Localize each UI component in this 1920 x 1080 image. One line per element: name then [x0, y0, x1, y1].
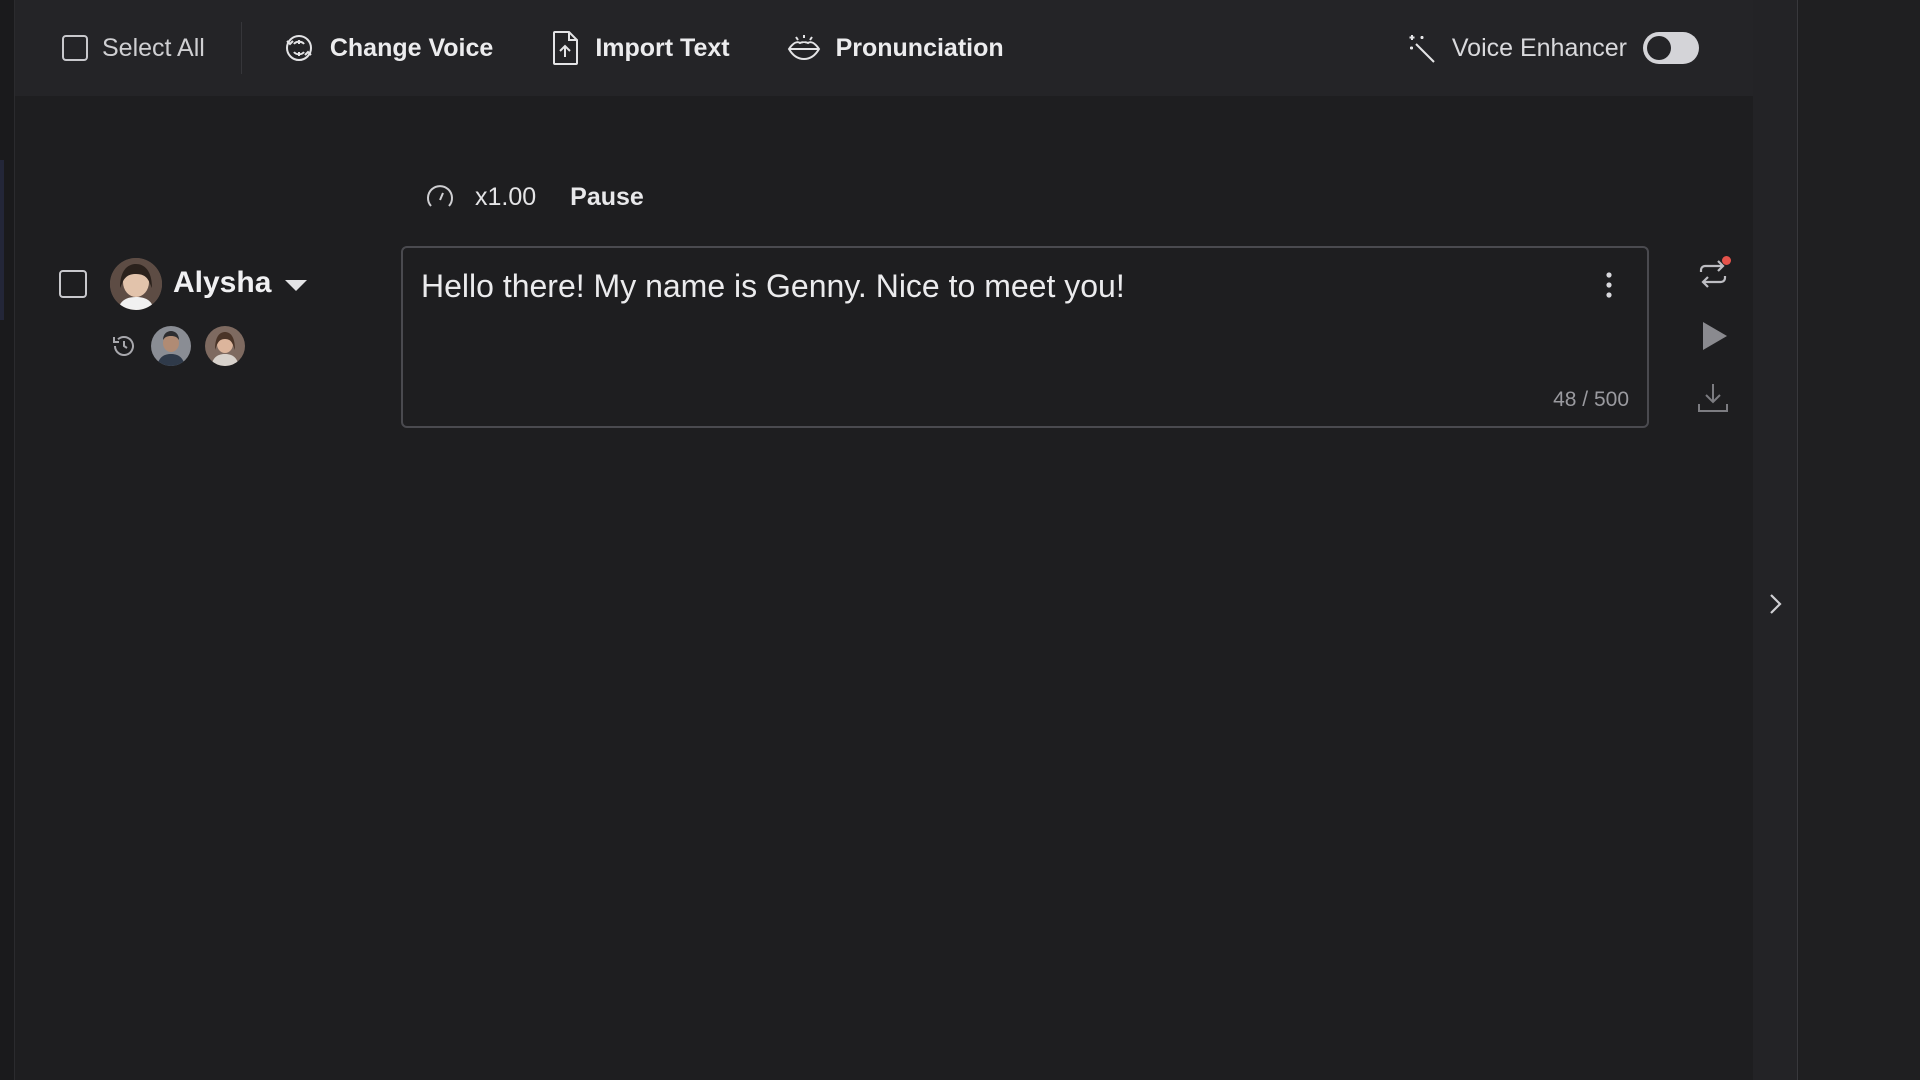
kebab-icon[interactable]: [1605, 270, 1613, 300]
notification-dot: [1722, 256, 1731, 265]
download-button[interactable]: [1693, 378, 1733, 418]
script-text-area[interactable]: Hello there! My name is Genny. Nice to m…: [401, 246, 1649, 428]
char-count: 48 / 500: [1553, 388, 1629, 411]
recent-voice-avatar[interactable]: [151, 326, 191, 366]
pronunciation-button[interactable]: Pronunciation: [786, 33, 1004, 63]
speaker-name: Alysha: [173, 266, 272, 299]
select-all-label: Select All: [102, 33, 205, 62]
download-icon: [1698, 384, 1728, 412]
play-icon: [1703, 322, 1727, 350]
voice-enhancer-toggle[interactable]: [1643, 32, 1699, 64]
magic-wand-icon: [1409, 35, 1435, 63]
avatar[interactable]: [110, 258, 162, 310]
speaker-avatar-image: [110, 258, 162, 310]
history-icon[interactable]: [111, 333, 137, 359]
import-text-button[interactable]: Import Text: [549, 30, 730, 66]
far-right-area: [1799, 0, 1920, 1080]
recent-voice-avatar[interactable]: [205, 326, 245, 366]
block-checkbox[interactable]: [59, 270, 87, 298]
toolbar-divider: [240, 22, 242, 74]
left-strip: [0, 0, 15, 1080]
editor-main: Select All Change Voice Import Text Pron…: [15, 0, 1753, 1080]
voice-swap-icon: [285, 35, 312, 61]
recent-voice-image: [151, 326, 191, 366]
recent-voices: [111, 326, 245, 366]
caret-down-icon: [285, 279, 308, 291]
voice-enhancer-label: Voice Enhancer: [1451, 33, 1627, 62]
toggle-knob: [1647, 36, 1671, 60]
recent-voice-image: [205, 326, 245, 366]
chevron-right-icon[interactable]: [1765, 590, 1785, 618]
speed-value: x1.00: [475, 182, 537, 211]
lips-icon: [787, 35, 820, 61]
speaker-selector[interactable]: Alysha: [173, 266, 308, 300]
app-window: Select All Change Voice Import Text Pron…: [0, 0, 1920, 1080]
file-upload-icon: [553, 31, 579, 65]
speed-row: x1.00 Pause: [425, 182, 644, 212]
select-all-control[interactable]: Select All: [62, 34, 205, 63]
change-voice-label: Change Voice: [329, 33, 494, 62]
select-all-checkbox[interactable]: [62, 35, 88, 61]
import-text-label: Import Text: [595, 33, 730, 62]
block-actions: [1693, 254, 1733, 418]
change-voice-button[interactable]: Change Voice: [282, 31, 493, 65]
speed-control[interactable]: x1.00: [425, 182, 536, 212]
left-accent: [0, 160, 4, 320]
play-button[interactable]: [1693, 316, 1733, 356]
script-text[interactable]: Hello there! My name is Genny. Nice to m…: [421, 268, 1125, 305]
speedometer-icon: [427, 185, 453, 207]
pronunciation-label: Pronunciation: [835, 33, 1004, 62]
regenerate-button[interactable]: [1693, 254, 1733, 294]
voice-enhancer-control[interactable]: Voice Enhancer: [1406, 32, 1627, 64]
pause-button[interactable]: Pause: [570, 183, 644, 212]
right-panel-collapsed: [1753, 0, 1798, 1080]
toolbar: Select All Change Voice Import Text Pron…: [15, 0, 1753, 96]
